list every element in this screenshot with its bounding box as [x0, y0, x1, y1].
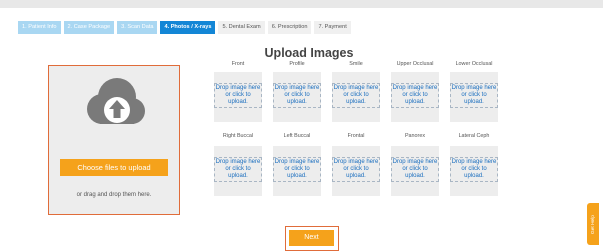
step-tab-patient-info[interactable]: 1. Patient Info [18, 21, 61, 34]
file-drop-zone[interactable]: Choose files to upload or drag and drop … [48, 65, 180, 215]
image-slot-right-buccal[interactable]: Drop image here or click to upload. [214, 146, 262, 196]
image-slot-frontal[interactable]: Drop image here or click to upload. [332, 146, 380, 196]
image-slot-upper-occlusal[interactable]: Drop image here or click to upload. [391, 72, 439, 122]
slot-label-upper-occlusal: Upper Occlusal [396, 61, 434, 67]
slot-label-profile: Profile [289, 61, 305, 67]
image-slot-left-buccal[interactable]: Drop image here or click to upload. [273, 146, 321, 196]
drop-target-lower-occlusal[interactable]: Drop image here or click to upload. [450, 83, 498, 108]
step-tab-scan-data[interactable]: 3. Scan Data [117, 21, 158, 34]
drop-target-profile[interactable]: Drop image here or click to upload. [273, 83, 321, 108]
step-tab-prescription[interactable]: 6. Prescription [267, 21, 312, 34]
step-tab-dental-exam[interactable]: 5. Dental Exam [218, 21, 265, 34]
page-title: Upload Images [264, 46, 354, 60]
browser-top-strip [0, 0, 603, 8]
get-help-label: Get Help [590, 214, 596, 234]
upload-panel: 1. Patient Info 2. Case Package 3. Scan … [4, 8, 599, 251]
drop-target-upper-occlusal[interactable]: Drop image here or click to upload. [391, 83, 439, 108]
step-tab-photos-xrays[interactable]: 4. Photos / X-rays [160, 21, 216, 34]
choose-files-button[interactable]: Choose files to upload [60, 159, 168, 176]
get-help-tab[interactable]: Get Help [587, 203, 599, 245]
slot-label-lateral-ceph: Lateral Ceph [458, 133, 490, 139]
image-slot-panorex[interactable]: Drop image here or click to upload. [391, 146, 439, 196]
slot-label-lower-occlusal: Lower Occlusal [455, 61, 493, 67]
drop-target-frontal[interactable]: Drop image here or click to upload. [332, 157, 380, 182]
next-button[interactable]: Next [289, 230, 334, 246]
slot-label-smile: Smile [349, 61, 363, 67]
drag-drop-hint: or drag and drop them here. [76, 192, 152, 198]
drop-target-smile[interactable]: Drop image here or click to upload. [332, 83, 380, 108]
cloud-upload-icon [87, 78, 145, 124]
image-slot-profile[interactable]: Drop image here or click to upload. [273, 72, 321, 122]
drop-target-left-buccal[interactable]: Drop image here or click to upload. [273, 157, 321, 182]
slot-label-right-buccal: Right Buccal [222, 133, 254, 139]
step-tab-payment[interactable]: 7. Payment [314, 21, 351, 34]
image-slot-lateral-ceph[interactable]: Drop image here or click to upload. [450, 146, 498, 196]
slot-label-panorex: Panorex [404, 133, 426, 139]
step-tabs: 1. Patient Info 2. Case Package 3. Scan … [18, 21, 351, 34]
drop-target-lateral-ceph[interactable]: Drop image here or click to upload. [450, 157, 498, 182]
image-slot-front[interactable]: Drop image here or click to upload. [214, 72, 262, 122]
drop-target-front[interactable]: Drop image here or click to upload. [214, 83, 262, 108]
slot-label-frontal: Frontal [347, 133, 365, 139]
slot-label-front: Front [231, 61, 245, 67]
drop-target-right-buccal[interactable]: Drop image here or click to upload. [214, 157, 262, 182]
drop-target-panorex[interactable]: Drop image here or click to upload. [391, 157, 439, 182]
next-button-highlight: Next [285, 226, 339, 251]
image-slot-lower-occlusal[interactable]: Drop image here or click to upload. [450, 72, 498, 122]
image-slot-smile[interactable]: Drop image here or click to upload. [332, 72, 380, 122]
slot-label-left-buccal: Left Buccal [283, 133, 311, 139]
step-tab-case-package[interactable]: 2. Case Package [63, 21, 115, 34]
